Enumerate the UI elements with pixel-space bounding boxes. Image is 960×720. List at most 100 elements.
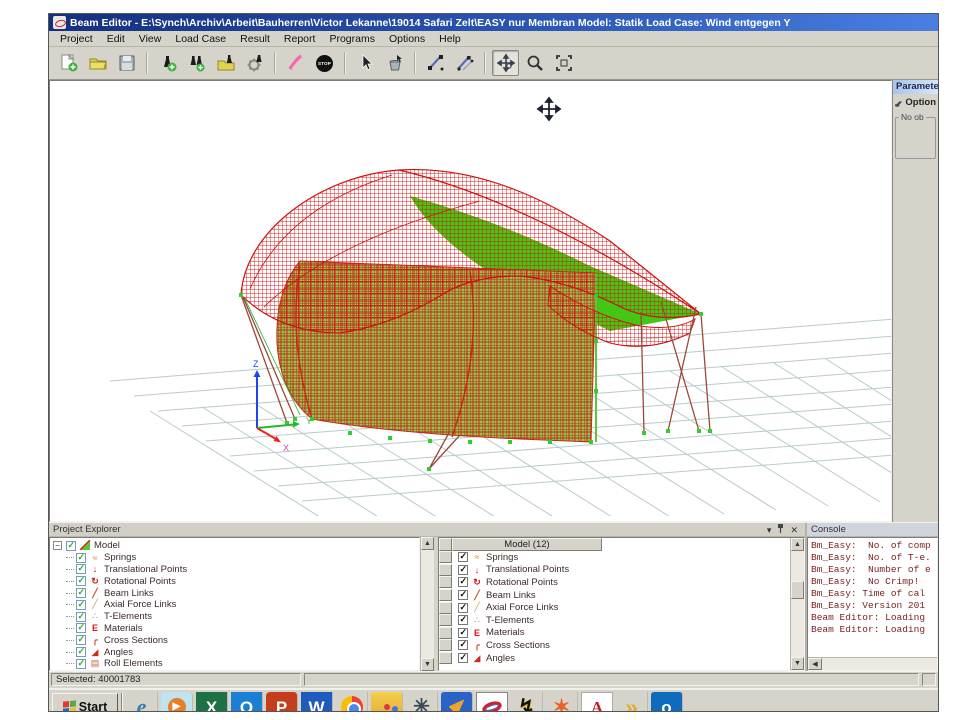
console-caption[interactable]: Console bbox=[807, 523, 938, 537]
model-list-row[interactable]: ↓ Translational Points bbox=[439, 564, 790, 577]
close-icon[interactable]: ✕ bbox=[787, 524, 801, 536]
model-list-row[interactable]: ≈ Springs bbox=[439, 551, 790, 564]
outlook2-icon[interactable]: o bbox=[651, 692, 683, 712]
model-list-row[interactable]: ∴ T-Elements bbox=[439, 614, 790, 627]
scroll-thumb[interactable] bbox=[791, 581, 804, 599]
checkbox-checked[interactable] bbox=[458, 603, 468, 613]
tree-item[interactable]: E Materials bbox=[53, 623, 419, 635]
console-output[interactable]: Bm_Easy: No. of comp Bm_Easy: No. of T-e… bbox=[807, 537, 938, 671]
model-list-vertical-scrollbar[interactable]: ▲ ▼ bbox=[790, 538, 804, 670]
3d-viewport[interactable]: Z Y X bbox=[49, 80, 892, 522]
checkbox-checked[interactable] bbox=[76, 588, 86, 598]
model-list-row[interactable]: E Materials bbox=[439, 627, 790, 640]
model-list-row[interactable]: ╱ Axial Force Links bbox=[439, 601, 790, 614]
checkbox-checked[interactable] bbox=[76, 612, 86, 622]
scroll-down-icon[interactable]: ▼ bbox=[421, 658, 434, 671]
scroll-down-icon[interactable]: ▼ bbox=[791, 657, 804, 670]
tree-item[interactable]: ╱ Axial Force Links bbox=[53, 599, 419, 611]
titlebar[interactable]: Beam Editor - E:\Synch\Archiv\Arbeit\Bau… bbox=[49, 14, 938, 31]
checkbox-checked[interactable] bbox=[458, 565, 468, 575]
orbit-icon[interactable] bbox=[492, 50, 519, 76]
menu-item[interactable]: Options bbox=[382, 32, 432, 46]
draw-line-icon[interactable] bbox=[422, 50, 449, 76]
menu-item[interactable]: Project bbox=[53, 32, 100, 46]
model-list-row[interactable]: ↻ Rotational Points bbox=[439, 576, 790, 589]
scroll-left-icon[interactable]: ◀ bbox=[808, 658, 822, 670]
checkbox-checked[interactable] bbox=[76, 600, 86, 610]
menu-item[interactable]: Edit bbox=[100, 32, 132, 46]
parameter-panel-caption[interactable]: Parameter bbox=[893, 80, 938, 94]
checkbox-checked[interactable] bbox=[76, 647, 86, 657]
word-icon[interactable]: W bbox=[301, 692, 333, 712]
powerpoint-icon[interactable]: P bbox=[266, 692, 298, 712]
checkbox-checked[interactable] bbox=[458, 590, 468, 600]
project-explorer-caption[interactable]: Project Explorer ▾ ✕ bbox=[49, 523, 805, 537]
scroll-up-icon[interactable]: ▲ bbox=[791, 538, 804, 551]
tree-item[interactable]: ╭ Cross Sections bbox=[53, 634, 419, 646]
menu-item[interactable]: View bbox=[132, 32, 169, 46]
tree-item[interactable]: ↻ Rotational Points bbox=[53, 575, 419, 587]
tree-vertical-scrollbar[interactable]: ▲ ▼ bbox=[420, 537, 434, 671]
checkbox-checked[interactable] bbox=[76, 635, 86, 645]
save-icon[interactable] bbox=[113, 50, 140, 76]
open-load-case-icon[interactable] bbox=[212, 50, 239, 76]
tree-item[interactable]: ∴ T-Elements bbox=[53, 611, 419, 623]
outlook-icon[interactable]: O bbox=[231, 692, 263, 712]
menu-item[interactable]: Report bbox=[277, 32, 323, 46]
zoom-icon[interactable] bbox=[521, 50, 548, 76]
model-list-header[interactable]: Model (12) bbox=[452, 538, 602, 551]
compute-load-case-icon[interactable] bbox=[241, 50, 268, 76]
tree-item[interactable]: ╱ Beam Links bbox=[53, 587, 419, 599]
model-list[interactable]: Model (12) ≈ Springs bbox=[439, 538, 790, 670]
open-icon[interactable] bbox=[84, 50, 111, 76]
menu-item[interactable]: Result bbox=[233, 32, 277, 46]
menu-item[interactable]: Programs bbox=[322, 32, 382, 46]
draw-result-icon[interactable] bbox=[282, 50, 309, 76]
panel-menu-icon[interactable]: ▾ bbox=[764, 524, 775, 536]
checkbox-checked[interactable] bbox=[458, 640, 468, 650]
collapse-icon[interactable]: − bbox=[53, 541, 62, 550]
send-icon[interactable]: » bbox=[616, 692, 648, 712]
start-button[interactable]: Start bbox=[52, 693, 118, 712]
model-list-row[interactable]: ╭ Cross Sections bbox=[439, 639, 790, 652]
checkbox-checked[interactable] bbox=[76, 553, 86, 563]
checkbox-checked[interactable] bbox=[66, 541, 76, 551]
checkbox-checked[interactable] bbox=[76, 564, 86, 574]
star-icon[interactable]: ✶ bbox=[546, 692, 578, 712]
media-player-icon[interactable]: ▶ bbox=[161, 692, 193, 712]
checkbox-checked[interactable] bbox=[458, 552, 468, 562]
checkbox-checked[interactable] bbox=[76, 623, 86, 633]
add-load-case-icon[interactable] bbox=[154, 50, 181, 76]
checkbox-checked[interactable] bbox=[458, 628, 468, 638]
checkbox-checked[interactable] bbox=[76, 659, 86, 669]
checkbox-checked[interactable] bbox=[458, 653, 468, 663]
erase-icon[interactable] bbox=[381, 50, 408, 76]
excel-icon[interactable]: X bbox=[196, 692, 228, 712]
menu-item[interactable]: Load Case bbox=[168, 32, 233, 46]
option-row[interactable]: Option bbox=[893, 94, 938, 111]
checkbox-checked[interactable] bbox=[458, 577, 468, 587]
checkbox-checked[interactable] bbox=[76, 576, 86, 586]
zoom-extents-icon[interactable] bbox=[550, 50, 577, 76]
paint-icon[interactable] bbox=[371, 692, 403, 712]
navigator-icon[interactable] bbox=[441, 692, 473, 712]
acrobat-icon[interactable]: A bbox=[581, 692, 613, 712]
beam-editor-icon[interactable] bbox=[476, 692, 508, 712]
checkbox-checked[interactable] bbox=[458, 615, 468, 625]
console-horizontal-scrollbar[interactable]: ◀ bbox=[808, 657, 937, 670]
tree-item[interactable]: ▤ Roll Elements bbox=[53, 658, 419, 670]
tree-root-model[interactable]: − Model bbox=[53, 540, 419, 552]
ie-icon[interactable]: e bbox=[126, 692, 158, 712]
add-load-group-icon[interactable] bbox=[183, 50, 210, 76]
chrome-icon[interactable] bbox=[336, 692, 368, 712]
model-list-row[interactable]: ╱ Beam Links bbox=[439, 589, 790, 602]
tree-item[interactable]: ◢ Angles bbox=[53, 646, 419, 658]
fan-icon[interactable]: ✳ bbox=[406, 692, 438, 712]
tree-item[interactable]: ≈ Springs bbox=[53, 552, 419, 564]
scroll-up-icon[interactable]: ▲ bbox=[421, 537, 434, 550]
select-cursor-icon[interactable] bbox=[352, 50, 379, 76]
draw-polyline-icon[interactable] bbox=[451, 50, 478, 76]
pin-icon[interactable] bbox=[774, 524, 787, 536]
flash-icon[interactable]: ↯ bbox=[511, 692, 543, 712]
menu-item[interactable]: Help bbox=[432, 32, 468, 46]
